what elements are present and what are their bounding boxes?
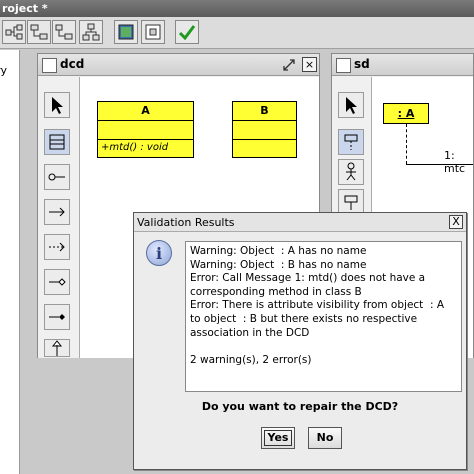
restore-icon[interactable]	[282, 58, 296, 72]
yes-button[interactable]: Yes	[261, 427, 295, 449]
message-label: 1: mtc	[444, 149, 466, 175]
app-title: roject *	[2, 2, 48, 15]
composition-tool-icon[interactable]	[44, 304, 70, 330]
class-box-a[interactable]: A +mtd() : void	[97, 101, 194, 158]
dcd-palette	[38, 77, 80, 358]
association-tool-icon[interactable]	[44, 199, 70, 225]
lifeline	[406, 124, 407, 164]
image-icon[interactable]	[114, 20, 138, 44]
project-tree-text: ry	[0, 64, 8, 77]
class-box-b[interactable]: B	[232, 101, 297, 158]
dependency-icon[interactable]	[27, 20, 51, 44]
class-operation	[233, 140, 296, 144]
repair-question: Do you want to repair the DCD?	[201, 400, 399, 413]
object-tool-icon[interactable]	[338, 129, 364, 155]
lifeline-object-a[interactable]: : A	[383, 103, 429, 124]
diagram-icon	[336, 58, 351, 73]
interface-tool-icon[interactable]	[44, 164, 70, 190]
select-arrow-icon[interactable]	[338, 92, 364, 118]
dcd-window-header[interactable]: dcd ×	[38, 54, 319, 76]
actor-tool-icon[interactable]	[338, 159, 364, 185]
aggregation-tool-icon[interactable]	[44, 269, 70, 295]
hierarchy-icon[interactable]	[52, 20, 76, 44]
validate-check-icon[interactable]	[175, 20, 199, 44]
class-attributes	[233, 121, 296, 140]
sd-window-title: sd	[354, 57, 370, 71]
diagram-icon	[42, 58, 57, 73]
validation-messages[interactable]: Warning: Object : A has no name Warning:…	[185, 241, 462, 392]
select-arrow-icon[interactable]	[44, 92, 70, 118]
dcd-window-title: dcd	[60, 57, 85, 71]
close-icon[interactable]: ×	[302, 57, 317, 72]
class-name: A	[98, 102, 193, 121]
sd-window-header[interactable]: sd	[332, 54, 473, 76]
app-title-bar: roject *	[0, 0, 474, 17]
main-toolbar	[0, 17, 474, 49]
dependency-tool-icon[interactable]	[44, 234, 70, 260]
dialog-close-icon[interactable]: X	[449, 215, 463, 229]
project-tree-panel: ry	[0, 50, 20, 474]
generalization-tool-icon[interactable]	[44, 339, 70, 357]
info-icon: i	[146, 240, 172, 266]
no-button[interactable]: No	[308, 427, 342, 449]
dialog-title: Validation Results	[137, 216, 235, 229]
class-attributes	[98, 121, 193, 140]
frame-icon[interactable]	[141, 20, 165, 44]
class-operation: +mtd() : void	[101, 142, 169, 153]
class-tool-icon[interactable]	[44, 129, 70, 155]
tree-icon[interactable]	[79, 20, 103, 44]
validation-results-dialog: Validation Results X i Warning: Object :…	[133, 212, 467, 470]
class-diagram-icon[interactable]	[2, 20, 26, 44]
class-name: B	[233, 102, 296, 121]
dialog-title-bar[interactable]: Validation Results X	[134, 213, 466, 232]
